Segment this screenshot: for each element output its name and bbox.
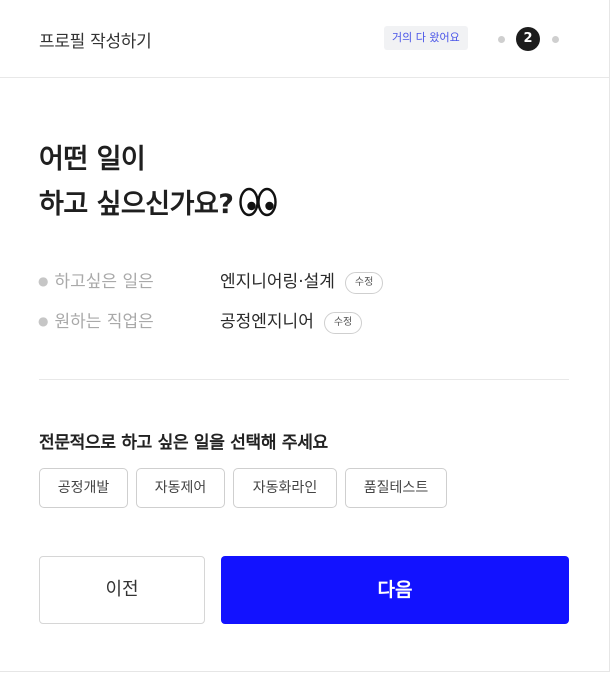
step-indicator-1 xyxy=(498,36,505,43)
headline-line-2: 하고 싶으신가요? xyxy=(39,189,234,220)
bullet-icon: ● xyxy=(38,274,49,288)
header: 프로필 작성하기 거의 다 왔어요 2 xyxy=(0,0,609,78)
prev-button[interactable]: 이전 xyxy=(39,556,205,624)
next-button[interactable]: 다음 xyxy=(221,556,569,624)
edit-work-button[interactable]: 수정 xyxy=(344,272,384,294)
summary-value: 엔지니어링·설계 xyxy=(220,272,335,292)
option-chip[interactable]: 자동화라인 xyxy=(233,468,337,508)
edit-job-button[interactable]: 수정 xyxy=(323,312,363,334)
divider xyxy=(39,379,569,380)
progress-badge: 거의 다 왔어요 xyxy=(384,26,468,50)
summary-label: 원하는 직업은 xyxy=(54,312,154,332)
eyes-icon xyxy=(239,186,278,232)
page-title: 프로필 작성하기 xyxy=(39,32,152,52)
option-chip[interactable]: 자동제어 xyxy=(136,468,225,508)
bullet-icon: ● xyxy=(38,314,49,328)
headline-line-1: 어떤 일이 xyxy=(39,144,146,175)
step-indicator-3 xyxy=(552,36,559,43)
option-chip[interactable]: 품질테스트 xyxy=(345,468,447,508)
section-title: 전문적으로 하고 싶은 일을 선택해 주세요 xyxy=(39,433,328,453)
step-indicator-current: 2 xyxy=(516,27,540,51)
profile-setup-panel: 프로필 작성하기 거의 다 왔어요 2 어떤 일이 하고 싶으신가요? ● 하고싶… xyxy=(0,0,610,672)
headline: 어떤 일이 하고 싶으신가요? xyxy=(39,137,278,232)
summary-label: 하고싶은 일은 xyxy=(54,272,154,292)
summary-value: 공정엔지니어 xyxy=(220,312,314,332)
option-chip[interactable]: 공정개발 xyxy=(39,468,128,508)
